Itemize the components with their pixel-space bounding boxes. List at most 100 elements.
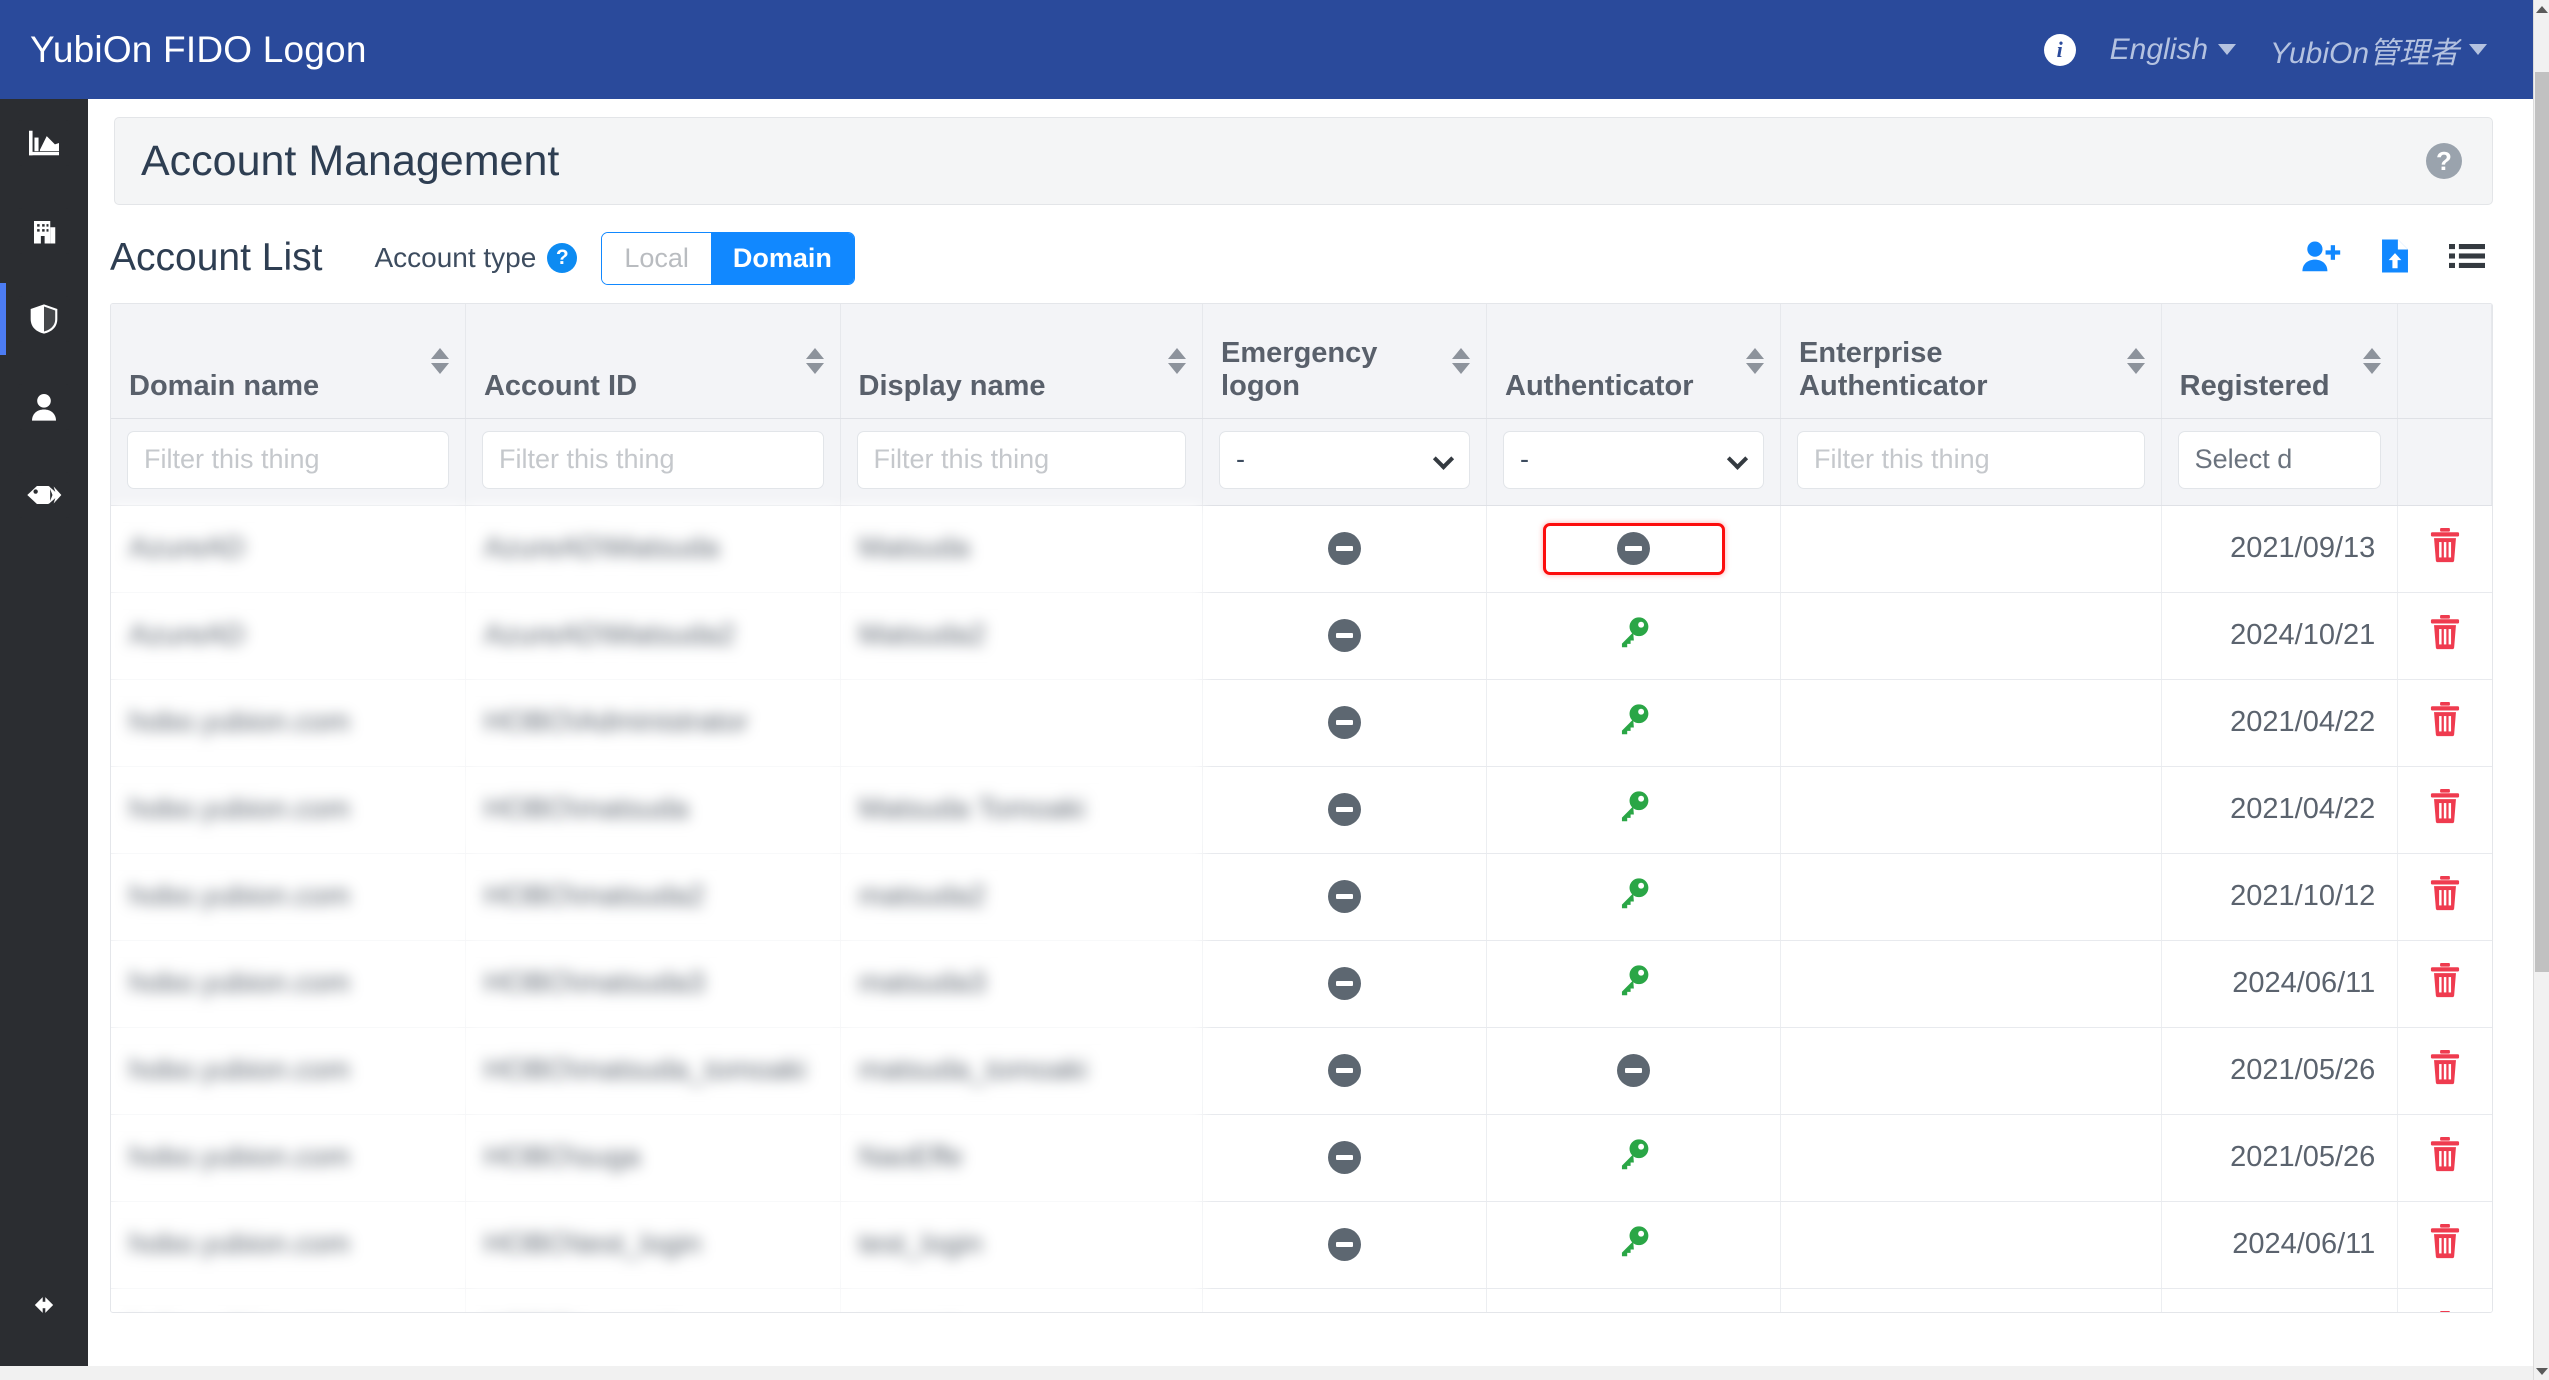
cell-enterprise-authenticator bbox=[1780, 1288, 2162, 1312]
sidebar-item-dashboard[interactable] bbox=[0, 99, 88, 187]
horizontal-scrollbar[interactable] bbox=[0, 1366, 2533, 1380]
language-selector[interactable]: English bbox=[2110, 33, 2237, 67]
main-content: Account Management ? Account List Accoun… bbox=[88, 99, 2533, 1380]
cell-actions[interactable] bbox=[2397, 1027, 2492, 1115]
cell-account-id: HOBO\Administrator bbox=[465, 679, 841, 767]
cell-emergency-logon bbox=[1202, 592, 1487, 680]
sort-arrows-icon[interactable] bbox=[1452, 347, 1470, 374]
column-header-account-id[interactable]: Account ID bbox=[465, 304, 841, 419]
column-header-domain-name[interactable]: Domain name bbox=[111, 304, 466, 419]
filter-input-enterprise-authenticator[interactable] bbox=[1797, 430, 2145, 489]
chevron-down-icon bbox=[2536, 1367, 2548, 1375]
cell-actions[interactable] bbox=[2397, 592, 2492, 680]
sidebar-item-licenses[interactable] bbox=[0, 451, 88, 539]
account-type-text: Account type bbox=[374, 242, 537, 273]
table-row[interactable]: hobo.yubion.com HOBO\matsuda_tomoaki matsu… bbox=[111, 1027, 2492, 1115]
cell-actions[interactable] bbox=[2397, 853, 2492, 941]
table-row[interactable]: hobo.yubion.com HOBO\test_login test_login… bbox=[111, 1201, 2492, 1289]
column-header-registered[interactable]: Registered bbox=[2161, 304, 2399, 419]
sidebar-item-organization[interactable] bbox=[0, 187, 88, 275]
column-header-enterprise-authenticator[interactable]: Enterprise Authenticator bbox=[1780, 304, 2162, 419]
import-file-button[interactable] bbox=[2379, 238, 2411, 279]
vertical-scrollbar[interactable] bbox=[2533, 0, 2549, 1380]
cell-actions[interactable] bbox=[2397, 766, 2492, 854]
shield-icon bbox=[18, 296, 70, 342]
column-header-emergency-logon[interactable]: Emergency logon bbox=[1202, 304, 1487, 419]
cell-display-name: matsuda2 bbox=[840, 853, 1204, 941]
delete-row-button[interactable] bbox=[2428, 527, 2462, 563]
sort-arrows-icon[interactable] bbox=[2363, 347, 2382, 374]
column-header-display-name[interactable]: Display name bbox=[840, 304, 1204, 419]
filter-select-emergency-logon[interactable]: - bbox=[1219, 430, 1470, 489]
cell-actions[interactable] bbox=[2397, 1114, 2492, 1202]
scroll-down-button[interactable] bbox=[2534, 1362, 2549, 1380]
delete-row-button[interactable] bbox=[2428, 701, 2462, 737]
cell-actions[interactable] bbox=[2397, 505, 2492, 593]
sidebar-collapse-toggle[interactable] bbox=[0, 1270, 88, 1340]
cell-display-name: Matsuda Tomoaki bbox=[840, 766, 1204, 854]
delete-row-button[interactable] bbox=[2428, 875, 2462, 911]
scroll-up-button[interactable] bbox=[2534, 0, 2549, 18]
filter-input-account-id[interactable] bbox=[481, 430, 824, 489]
table-row[interactable]: hobo.yubion.comHOBO\supportsupport 2021/0… bbox=[111, 1288, 2492, 1312]
cell-domain-name: AzureAD bbox=[111, 505, 466, 593]
toggle-option-domain[interactable]: Domain bbox=[710, 232, 854, 284]
question-mark-icon[interactable]: ? bbox=[547, 243, 578, 273]
top-navbar: YubiOn FIDO Logon i English YubiOn管理者 bbox=[0, 0, 2533, 99]
chevron-down-icon bbox=[2218, 44, 2237, 55]
key-icon bbox=[1617, 963, 1651, 997]
delete-row-button[interactable] bbox=[2428, 1049, 2462, 1085]
filter-input-display-name[interactable] bbox=[856, 430, 1187, 489]
table-row[interactable]: AzureAD AzureAD\Matsuda Matsuda 2021/09/13 bbox=[111, 505, 2492, 593]
table-row[interactable]: hobo.yubion.com HOBO\matsuda3 matsuda3 2024… bbox=[111, 940, 2492, 1028]
delete-row-button[interactable] bbox=[2428, 614, 2462, 650]
cell-actions[interactable] bbox=[2397, 1288, 2492, 1312]
scrollbar-thumb[interactable] bbox=[2535, 72, 2549, 972]
table-row[interactable]: hobo.yubion.com HOBO\Administrator 2021/04… bbox=[111, 679, 2492, 767]
column-header-authenticator[interactable]: Authenticator bbox=[1486, 304, 1782, 419]
sort-desc-icon bbox=[2126, 362, 2145, 374]
toggle-option-local[interactable]: Local bbox=[602, 232, 711, 284]
add-user-button[interactable] bbox=[2301, 240, 2341, 277]
cell-actions[interactable] bbox=[2397, 940, 2492, 1028]
cell-account-id: HOBO\matsuda2 bbox=[465, 853, 841, 941]
cell-emergency-logon bbox=[1202, 1114, 1487, 1202]
table-row[interactable]: hobo.yubion.com HOBO\suga NaoEffe 2021/05/2… bbox=[111, 1114, 2492, 1202]
minus-circle-icon bbox=[1328, 532, 1362, 566]
cell-emergency-logon bbox=[1202, 1027, 1487, 1115]
highlight-box[interactable] bbox=[1542, 522, 1725, 575]
table-row[interactable]: hobo.yubion.com HOBO\matsuda2 matsuda2 2021… bbox=[111, 853, 2492, 941]
filter-select-authenticator[interactable]: - bbox=[1503, 430, 1765, 489]
user-menu[interactable]: YubiOn管理者 bbox=[2270, 28, 2487, 72]
filter-date-registered[interactable]: Select d bbox=[2177, 430, 2382, 489]
sort-arrows-icon[interactable] bbox=[1168, 347, 1187, 374]
cell-actions[interactable] bbox=[2397, 679, 2492, 767]
cell-account-id: HOBO\matsuda_tomoaki bbox=[465, 1027, 841, 1115]
delete-row-button[interactable] bbox=[2428, 962, 2462, 998]
sidebar-item-accounts[interactable] bbox=[0, 363, 88, 451]
column-header-label: Domain name bbox=[129, 370, 320, 403]
filter-input-domain-name[interactable] bbox=[127, 430, 449, 489]
table-row[interactable]: hobo.yubion.com HOBO\matsuda Matsuda Tomoa… bbox=[111, 766, 2492, 854]
delete-row-button[interactable] bbox=[2428, 1310, 2462, 1312]
sort-arrows-icon[interactable] bbox=[2126, 347, 2145, 374]
delete-row-button[interactable] bbox=[2428, 1136, 2462, 1172]
sort-arrows-icon[interactable] bbox=[1746, 347, 1765, 374]
column-header-label: Authenticator bbox=[1505, 370, 1694, 403]
list-toolbar: Account List Account type ? Local Domain bbox=[110, 227, 2493, 289]
table-row[interactable]: AzureAD AzureAD\Matsuda2 Matsuda2 2024/10/2… bbox=[111, 592, 2492, 680]
sort-arrows-icon[interactable] bbox=[805, 347, 824, 374]
cell-domain-name: hobo.yubion.com bbox=[111, 853, 466, 941]
help-icon[interactable]: ? bbox=[2426, 143, 2462, 179]
sort-arrows-icon[interactable] bbox=[430, 347, 449, 374]
delete-row-button[interactable] bbox=[2428, 1223, 2462, 1259]
list-options-button[interactable] bbox=[2449, 241, 2485, 276]
cell-enterprise-authenticator bbox=[1780, 1114, 2162, 1202]
sidebar-item-security[interactable] bbox=[0, 275, 88, 363]
column-header-label: Registered bbox=[2179, 370, 2330, 403]
info-icon[interactable]: i bbox=[2043, 33, 2076, 66]
cell-actions[interactable] bbox=[2397, 1201, 2492, 1289]
cell-emergency-logon bbox=[1202, 853, 1487, 941]
delete-row-button[interactable] bbox=[2428, 788, 2462, 824]
sort-asc-icon bbox=[805, 347, 824, 359]
